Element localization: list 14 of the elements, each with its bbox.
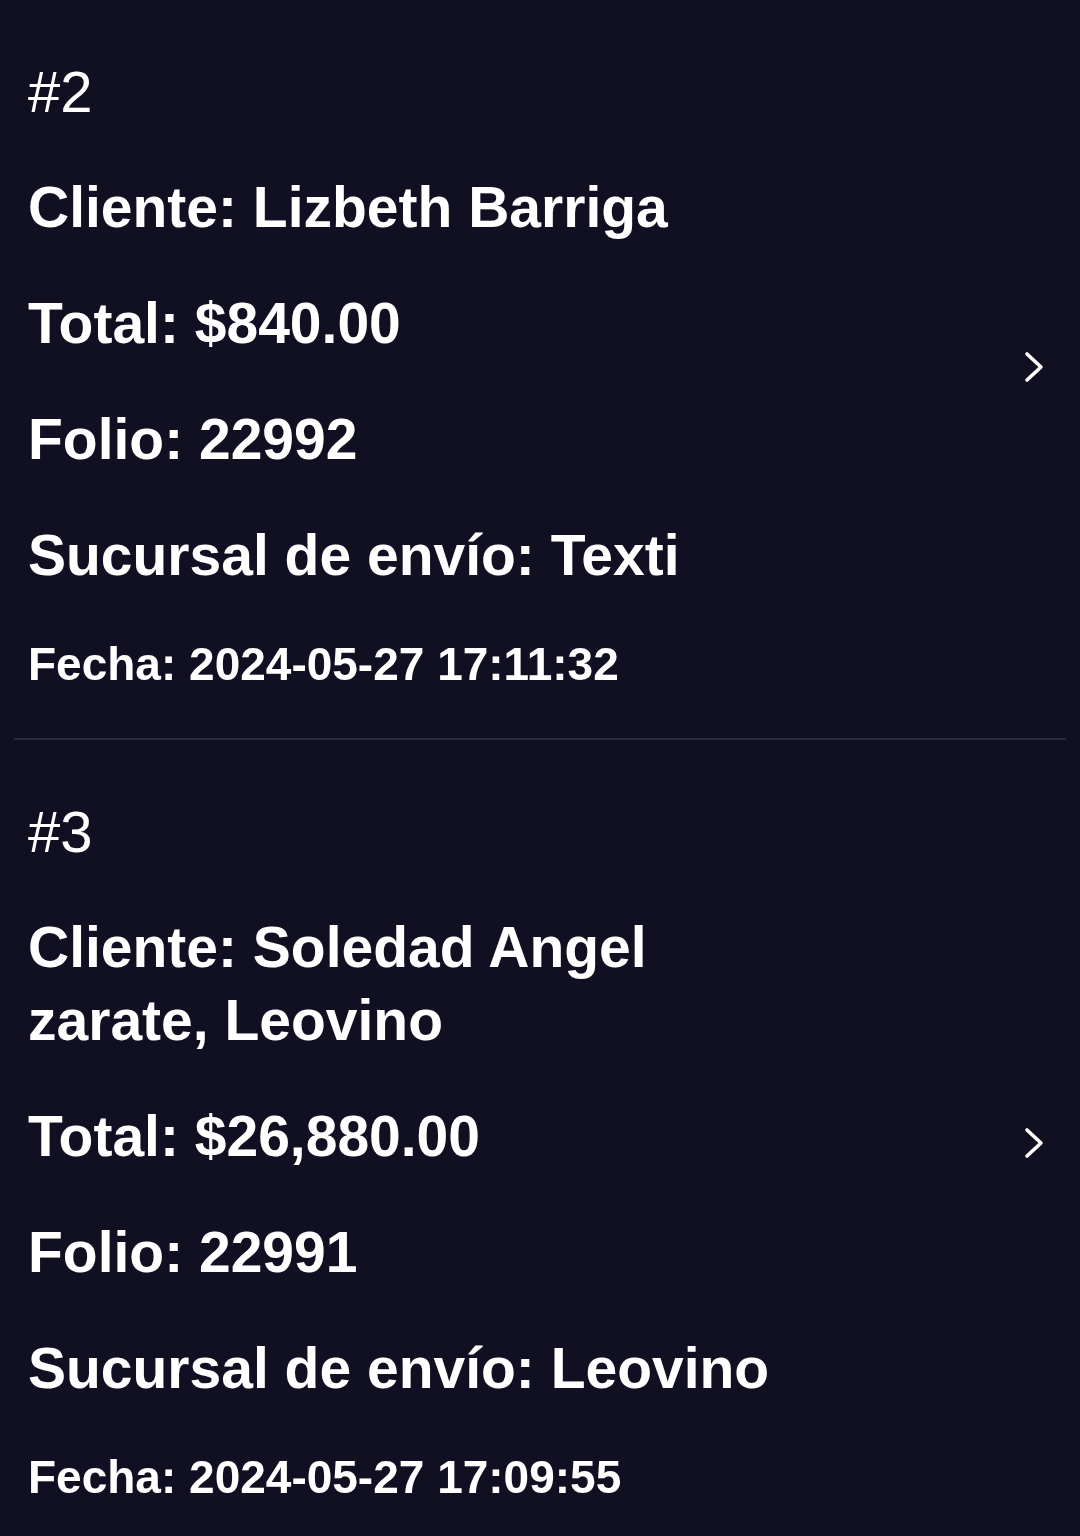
- chevron-right-icon[interactable]: [1024, 1127, 1044, 1159]
- order-date: Fecha: 2024-05-27 17:11:32: [28, 637, 619, 692]
- client-name: Cliente: Lizbeth Barriga: [28, 174, 668, 241]
- shipping-branch: Sucursal de envío: Leovino: [28, 1335, 770, 1402]
- shipping-branch: Sucursal de envío: Texti: [28, 522, 680, 589]
- folio-number: Folio: 22992: [28, 406, 358, 473]
- order-number: #3: [28, 798, 93, 866]
- chevron-right-icon[interactable]: [1024, 350, 1044, 383]
- order-number: #2: [28, 58, 93, 126]
- order-total: Total: $840.00: [28, 290, 401, 357]
- order-date: Fecha: 2024-05-27 17:09:55: [28, 1450, 622, 1505]
- order-total: Total: $26,880.00: [28, 1103, 481, 1170]
- folio-number: Folio: 22991: [28, 1219, 358, 1286]
- client-name: Cliente: Soledad Angel zarate, Leovino: [28, 914, 648, 1054]
